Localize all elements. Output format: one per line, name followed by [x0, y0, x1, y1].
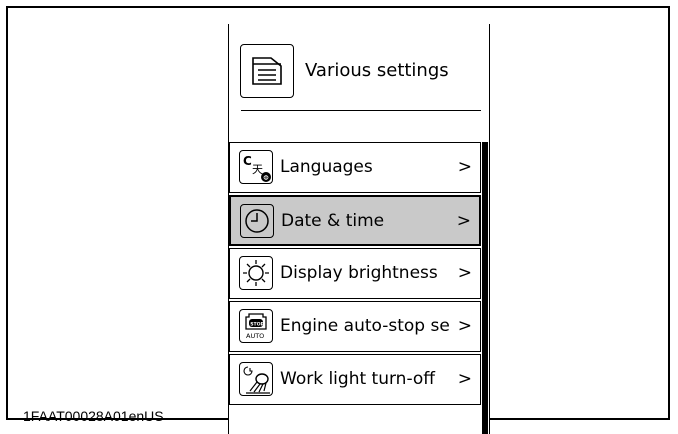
menu-item-work-light-turn-off[interactable]: Work light turn-off >: [229, 354, 481, 405]
menu-item-display-brightness[interactable]: Display brightness >: [229, 248, 481, 299]
menu-item-label: Engine auto-stop se: [280, 316, 450, 336]
menu-item-label: Work light turn-off: [280, 369, 436, 389]
menu-item-label: Date & time: [281, 211, 385, 231]
language-icon: C 天 Φ: [239, 150, 273, 184]
language-icon-char: 天: [252, 163, 263, 176]
menu-item-label: Languages: [280, 157, 373, 177]
language-icon-phi: Φ: [263, 174, 269, 182]
scrollbar[interactable]: [482, 142, 488, 434]
work-light-icon: [239, 362, 273, 396]
header-divider: [241, 110, 481, 111]
chevron-right-icon: >: [457, 369, 472, 389]
header: Various settings: [237, 44, 477, 102]
clock-icon: [240, 204, 274, 238]
stop-label: STOP: [250, 321, 264, 327]
menu-item-date-time[interactable]: Date & time >: [229, 195, 481, 246]
auto-label: AUTO: [246, 332, 264, 340]
document-icon: [240, 44, 294, 98]
page-title: Various settings: [305, 60, 449, 81]
engine-auto-stop-icon: STOP AUTO: [239, 309, 273, 343]
settings-screen: Various settings C 天 Φ Languages > Date …: [228, 24, 490, 434]
chevron-right-icon: >: [456, 211, 471, 231]
menu-item-engine-auto-stop[interactable]: STOP AUTO Engine auto-stop se >: [229, 301, 481, 352]
brightness-icon: [239, 256, 273, 290]
menu-item-label: Display brightness: [280, 263, 438, 283]
figure-code: 1FAAT00028A01enUS: [23, 408, 164, 424]
menu-item-languages[interactable]: C 天 Φ Languages >: [229, 142, 481, 193]
chevron-right-icon: >: [457, 316, 472, 336]
language-icon-c: C: [243, 154, 252, 168]
figure-frame: Various settings C 天 Φ Languages > Date …: [6, 6, 670, 434]
chevron-right-icon: >: [457, 157, 472, 177]
chevron-right-icon: >: [457, 263, 472, 283]
